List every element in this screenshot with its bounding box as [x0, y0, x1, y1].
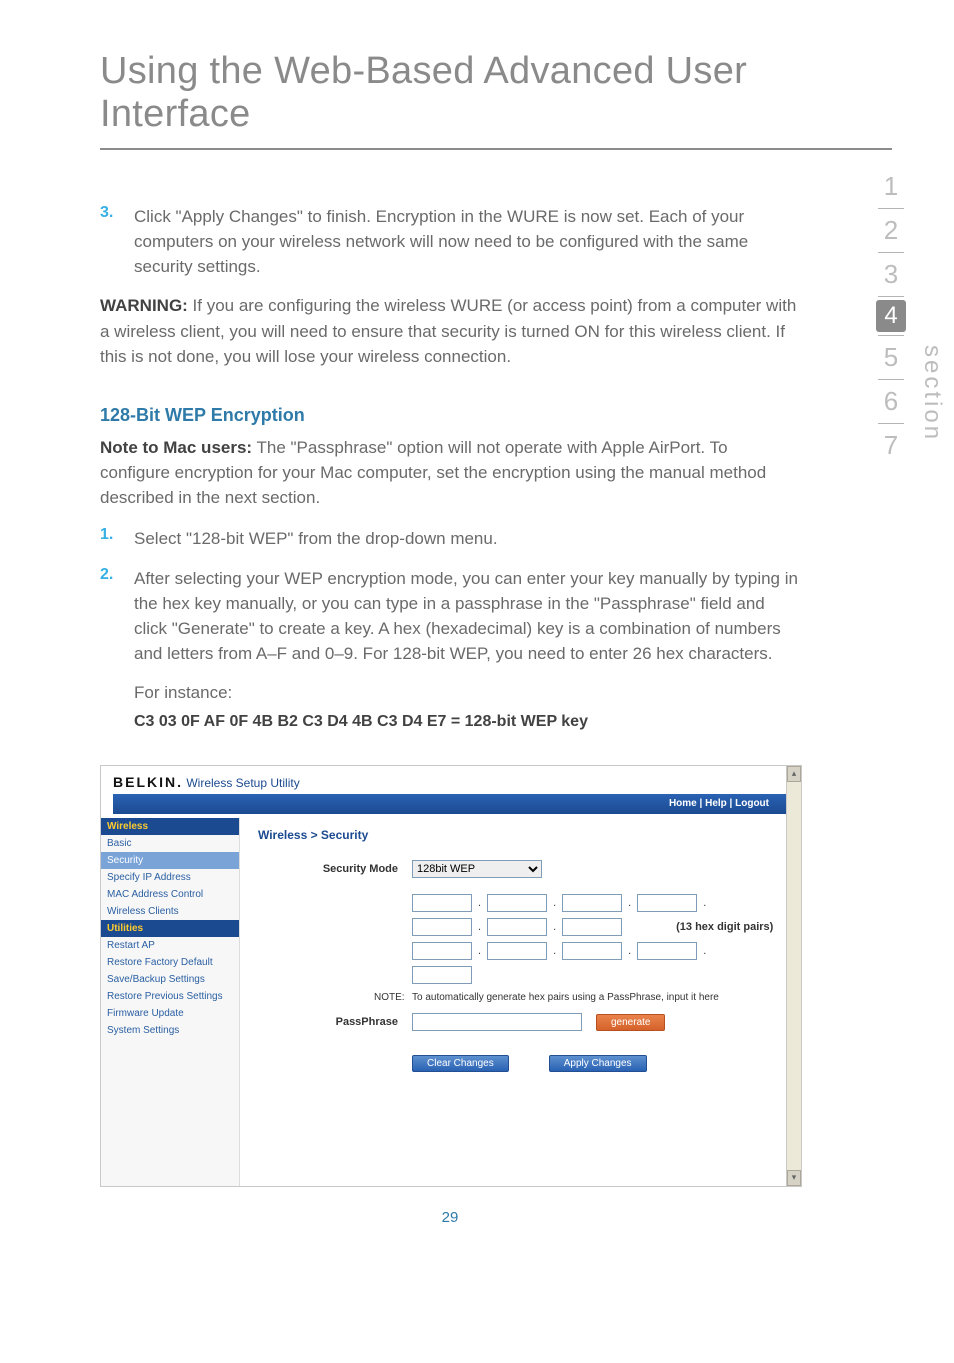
step-2: 2. After selecting your WEP encryption m… — [100, 566, 800, 667]
sidebar-item-firmware[interactable]: Firmware Update — [101, 1005, 239, 1022]
hex-field[interactable] — [562, 942, 622, 960]
passphrase-note: NOTE: To automatically generate hex pair… — [374, 992, 783, 1003]
warning-text: If you are configuring the wireless WURE… — [100, 296, 796, 365]
subheading-128bit: 128-Bit WEP Encryption — [100, 405, 800, 426]
security-mode-label: Security Mode — [258, 863, 412, 875]
top-links-bar: Home | Help | Logout — [113, 794, 789, 814]
sidebar-item-restore-default[interactable]: Restore Factory Default — [101, 954, 239, 971]
top-links[interactable]: Home | Help | Logout — [669, 798, 769, 809]
sidebar-item-system[interactable]: System Settings — [101, 1022, 239, 1039]
passphrase-row: PassPhrase generate — [258, 1013, 783, 1031]
section-nav-1[interactable]: 1 — [862, 165, 920, 208]
step-text: Click "Apply Changes" to finish. Encrypt… — [134, 204, 800, 279]
sidebar-item-mac[interactable]: MAC Address Control — [101, 886, 239, 903]
shot-sidebar: Wireless Basic Security Specify IP Addre… — [101, 818, 240, 1187]
section-nav-6[interactable]: 6 — [862, 380, 920, 423]
hex-field[interactable] — [637, 942, 697, 960]
step-number: 2. — [100, 566, 134, 667]
warning-block: WARNING: If you are configuring the wire… — [100, 293, 800, 368]
section-nav-2[interactable]: 2 — [862, 209, 920, 252]
sidebar-item-security[interactable]: Security — [101, 852, 239, 869]
title-divider — [100, 148, 892, 150]
passphrase-input[interactable] — [412, 1013, 582, 1031]
hex-example: C3 03 0F AF 0F 4B B2 C3 D4 4B C3 D4 E7 =… — [134, 713, 800, 731]
sidebar-group-utilities: Utilities — [101, 920, 239, 937]
mac-note-label: Note to Mac users: — [100, 438, 252, 457]
hex-row-2: . . (13 hex digit pairs) — [412, 918, 783, 936]
step-1: 1. Select "128-bit WEP" from the drop-do… — [100, 526, 800, 551]
warning-label: WARNING: — [100, 296, 188, 315]
step-3: 3. Click "Apply Changes" to finish. Encr… — [100, 204, 800, 279]
hex-field[interactable] — [562, 894, 622, 912]
nav-divider — [878, 296, 904, 297]
hex-field[interactable] — [487, 918, 547, 936]
section-nav-3[interactable]: 3 — [862, 253, 920, 296]
page-number: 29 — [100, 1209, 800, 1226]
hex-row-4 — [412, 966, 783, 984]
hex-field[interactable] — [487, 942, 547, 960]
utility-screenshot: ▴ ▾ BELKIN. Wireless Setup Utility Home … — [100, 765, 802, 1187]
scroll-up-icon[interactable]: ▴ — [787, 766, 801, 782]
step-number: 3. — [100, 204, 134, 279]
note-label: NOTE: — [374, 992, 412, 1003]
step-text: After selecting your WEP encryption mode… — [134, 566, 800, 667]
action-row: Clear Changes Apply Changes — [412, 1055, 783, 1072]
hex-row-3: . . . . — [412, 942, 783, 960]
sidebar-item-save-backup[interactable]: Save/Backup Settings — [101, 971, 239, 988]
generate-button[interactable]: generate — [596, 1014, 665, 1031]
shot-header: BELKIN. Wireless Setup Utility Home | He… — [101, 766, 801, 818]
hex-count-label: (13 hex digit pairs) — [676, 921, 773, 933]
sidebar-item-restart[interactable]: Restart AP — [101, 937, 239, 954]
brand-logo: BELKIN. — [113, 774, 183, 790]
section-nav: 1 2 3 4 5 6 7 — [862, 165, 920, 467]
sidebar-item-ip[interactable]: Specify IP Address — [101, 869, 239, 886]
apply-changes-button[interactable]: Apply Changes — [549, 1055, 647, 1072]
hex-field[interactable] — [562, 918, 622, 936]
breadcrumb: Wireless > Security — [258, 828, 783, 842]
mac-note: Note to Mac users: The "Passphrase" opti… — [100, 436, 800, 510]
section-nav-5[interactable]: 5 — [862, 336, 920, 379]
hex-field[interactable] — [412, 942, 472, 960]
hex-field[interactable] — [487, 894, 547, 912]
brand-subtitle: Wireless Setup Utility — [183, 776, 300, 790]
security-mode-select[interactable]: 128bit WEP — [412, 860, 542, 878]
section-nav-4-active[interactable]: 4 — [876, 300, 906, 332]
hex-field[interactable] — [412, 894, 472, 912]
sidebar-item-basic[interactable]: Basic — [101, 835, 239, 852]
step-number: 1. — [100, 526, 134, 551]
passphrase-label: PassPhrase — [258, 1016, 412, 1028]
step-text: Select "128-bit WEP" from the drop-down … — [134, 526, 498, 551]
hex-field[interactable] — [412, 918, 472, 936]
section-vertical-label: section — [918, 345, 946, 442]
hex-field[interactable] — [637, 894, 697, 912]
hex-field[interactable] — [412, 966, 472, 984]
security-mode-row: Security Mode 128bit WEP — [258, 860, 783, 878]
hex-row-1: . . . . — [412, 894, 783, 912]
shot-panel: Wireless > Security Security Mode 128bit… — [240, 818, 801, 1187]
note-text: To automatically generate hex pairs usin… — [412, 992, 719, 1003]
sidebar-item-restore-prev[interactable]: Restore Previous Settings — [101, 988, 239, 1005]
sidebar-item-clients[interactable]: Wireless Clients — [101, 903, 239, 920]
section-nav-7[interactable]: 7 — [862, 424, 920, 467]
for-instance: For instance: — [134, 680, 800, 705]
page-title: Using the Web-Based Advanced User Interf… — [100, 50, 892, 136]
sidebar-group-wireless: Wireless — [101, 818, 239, 835]
clear-changes-button[interactable]: Clear Changes — [412, 1055, 509, 1072]
